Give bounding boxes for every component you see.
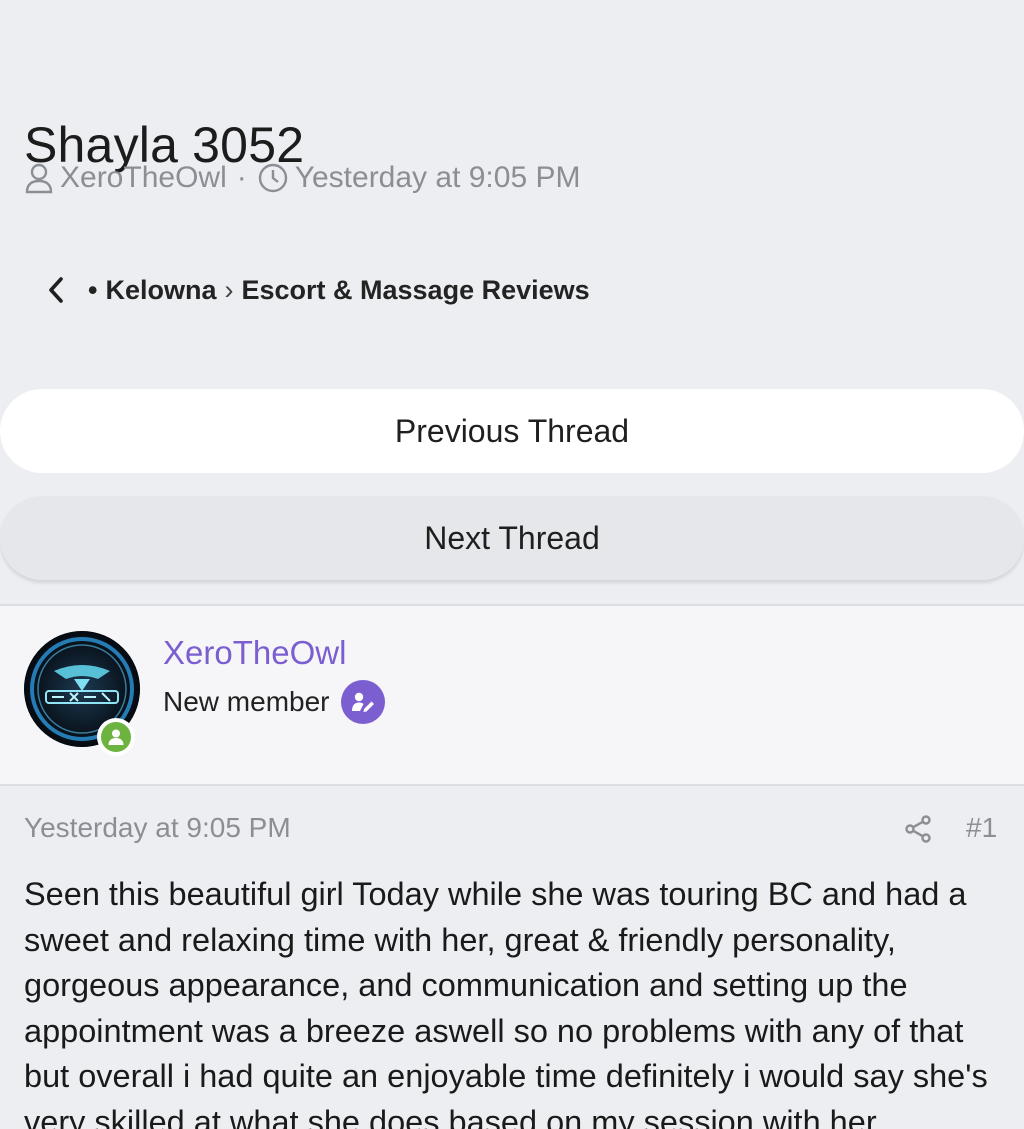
online-icon bbox=[101, 722, 131, 752]
chevron-left-icon[interactable] bbox=[36, 270, 76, 310]
breadcrumb-item-kelowna[interactable]: Kelowna bbox=[105, 275, 216, 306]
post-user-header: XeroTheOwl New member bbox=[0, 604, 1024, 786]
clock-icon bbox=[257, 162, 289, 194]
previous-thread-button[interactable]: Previous Thread bbox=[0, 389, 1024, 473]
breadcrumb: • Kelowna › Escort & Massage Reviews bbox=[36, 268, 590, 312]
post-date[interactable]: Yesterday at 9:05 PM bbox=[24, 812, 291, 844]
next-thread-button[interactable]: Next Thread bbox=[0, 496, 1024, 580]
user-title-text: New member bbox=[163, 686, 330, 717]
user-icon bbox=[24, 162, 54, 194]
edit-badge-icon bbox=[341, 680, 386, 724]
user-title: New member bbox=[163, 680, 386, 724]
thread-author[interactable]: XeroTheOwl bbox=[60, 161, 227, 195]
thread-page: Shayla 3052 XeroTheOwl · Yesterday at 9:… bbox=[0, 0, 1024, 1129]
post-body: Seen this beautiful girl Today while she… bbox=[24, 876, 988, 1129]
online-status-badge bbox=[97, 718, 135, 756]
meta-separator: · bbox=[236, 161, 247, 194]
thread-meta: XeroTheOwl · Yesterday at 9:05 PM bbox=[24, 158, 580, 198]
share-icon[interactable] bbox=[903, 814, 933, 844]
breadcrumb-bullet: • bbox=[88, 274, 98, 305]
thread-date[interactable]: Yesterday at 9:05 PM bbox=[295, 161, 581, 195]
breadcrumb-separator: › bbox=[224, 274, 234, 305]
breadcrumb-item-reviews[interactable]: Escort & Massage Reviews bbox=[241, 275, 589, 306]
post-username[interactable]: XeroTheOwl bbox=[163, 634, 346, 672]
post-number[interactable]: #1 bbox=[966, 812, 997, 844]
